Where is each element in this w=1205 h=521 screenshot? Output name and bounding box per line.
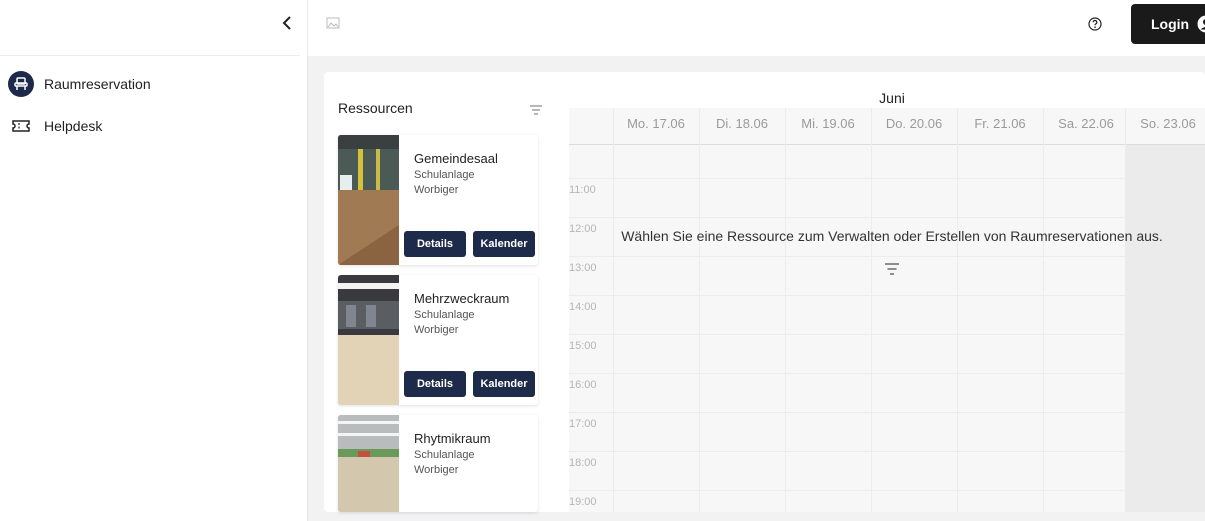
- calendar-button[interactable]: Kalender: [473, 371, 535, 397]
- resource-photo: [338, 135, 399, 265]
- ticket-icon: [8, 113, 34, 139]
- resource-location-detail: Worbiger: [414, 464, 459, 476]
- resource-location: Schulanlage: [414, 449, 475, 461]
- armchair-icon: [8, 71, 34, 97]
- sidebar-item-raumreservation[interactable]: Raumreservation: [8, 70, 151, 98]
- sidebar-item-label: Raumreservation: [44, 76, 151, 92]
- resource-location: Schulanlage: [414, 309, 475, 321]
- image-placeholder-icon: [326, 16, 340, 30]
- empty-state-overlay: Wählen Sie eine Ressource zum Verwalten …: [569, 108, 1205, 512]
- resource-card[interactable]: Gemeindesaal Schulanlage Worbiger Detail…: [338, 135, 538, 265]
- main-content: Ressourcen Gemeindesaal Schulanlage Worb…: [308, 56, 1205, 521]
- sidebar-item-helpdesk[interactable]: Helpdesk: [8, 112, 102, 140]
- resource-name: Gemeindesaal: [414, 151, 498, 166]
- resource-name: Mehrzweckraum: [414, 291, 510, 306]
- sidebar-divider: [0, 55, 300, 56]
- details-button[interactable]: Details: [404, 371, 466, 397]
- resource-photo: [338, 415, 399, 512]
- user-circle-icon: [1197, 15, 1205, 33]
- resource-name: Rhytmikraum: [414, 431, 491, 446]
- chevron-left-icon[interactable]: [276, 12, 298, 34]
- sidebar: Raumreservation Helpdesk: [0, 0, 308, 521]
- filter-icon[interactable]: [530, 102, 544, 115]
- resource-location-detail: Worbiger: [414, 184, 459, 196]
- empty-state-message: Wählen Sie eine Ressource zum Verwalten …: [621, 228, 1163, 244]
- resource-location: Schulanlage: [414, 169, 475, 181]
- app-root: Raumreservation Helpdesk Login Ressource…: [0, 0, 1205, 521]
- calendar: Juni Mo. 17.06 Di. 18.06 Mi. 19.06 Do. 2…: [569, 72, 1205, 512]
- resource-card[interactable]: Rhytmikraum Schulanlage Worbiger: [338, 415, 538, 512]
- sidebar-item-label: Helpdesk: [44, 118, 103, 134]
- resources-header: Ressourcen: [338, 98, 544, 118]
- details-button[interactable]: Details: [404, 231, 466, 257]
- resource-photo: [338, 275, 399, 405]
- resource-card[interactable]: Mehrzweckraum Schulanlage Worbiger Detai…: [338, 275, 538, 405]
- login-button[interactable]: Login: [1131, 4, 1205, 44]
- help-circle-icon[interactable]: [1085, 14, 1105, 34]
- reservation-panel: Ressourcen Gemeindesaal Schulanlage Worb…: [324, 72, 1205, 512]
- calendar-button[interactable]: Kalender: [473, 231, 535, 257]
- top-bar: Login: [308, 0, 1205, 50]
- resources-title: Ressourcen: [338, 100, 413, 116]
- resource-location-detail: Worbiger: [414, 324, 459, 336]
- filter-icon: [885, 262, 899, 275]
- login-label: Login: [1151, 16, 1190, 32]
- calendar-month: Juni: [879, 90, 905, 106]
